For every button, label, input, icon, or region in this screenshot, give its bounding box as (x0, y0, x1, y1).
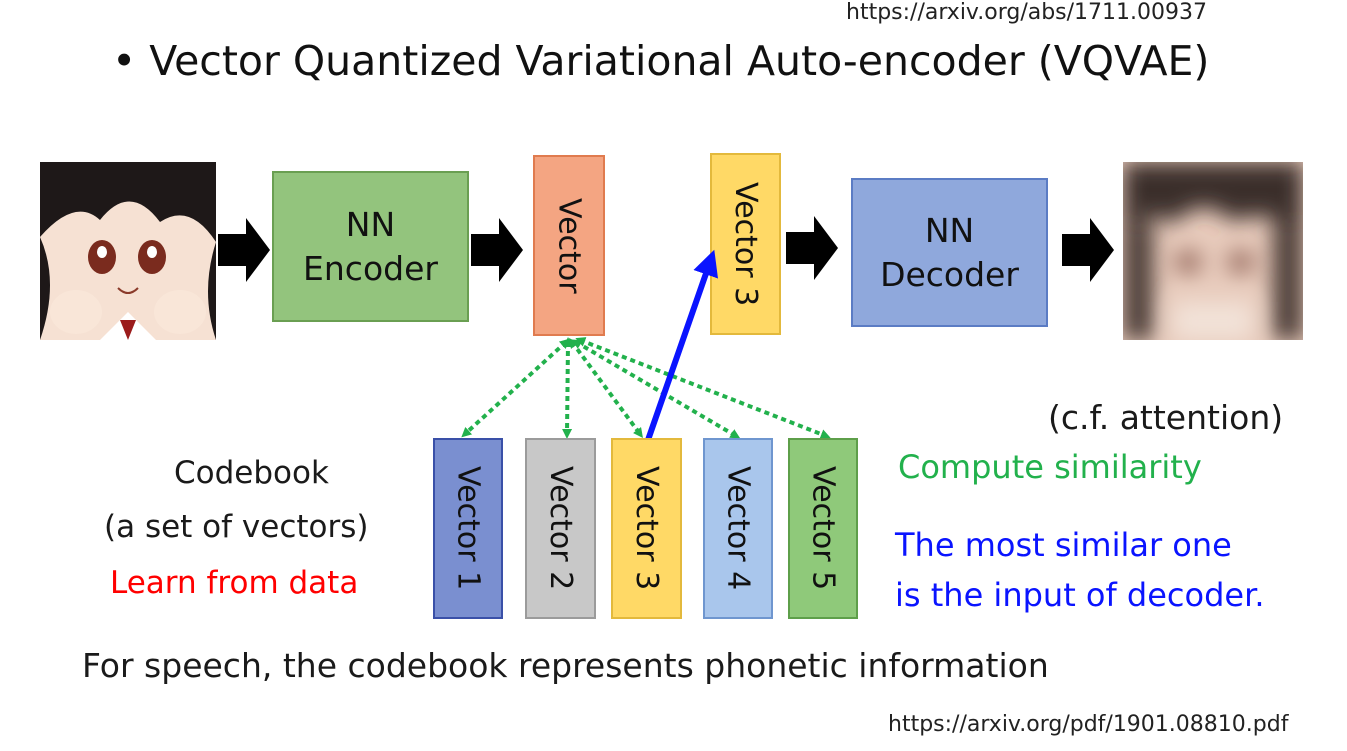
speech-footer-note: For speech, the codebook represents phon… (82, 646, 1049, 685)
codebook-subtitle: (a set of vectors) (104, 509, 369, 545)
codebook-vector-3-label: Vector 3 (629, 466, 664, 591)
most-similar-note-line1: The most similar one (895, 526, 1232, 564)
codebook-vector-4-label: Vector 4 (720, 466, 756, 591)
codebook-title: Codebook (174, 455, 329, 491)
cf-attention-note: (c.f. attention) (1048, 398, 1284, 437)
codebook-vector-1-label: Vector 1 (450, 466, 486, 591)
similarity-arrow-5 (575, 337, 831, 439)
similarity-arrow-3 (569, 337, 643, 439)
codebook-vector-4: Vector 4 (703, 438, 773, 619)
similarity-connections (461, 249, 831, 441)
similarity-arrow-2 (562, 337, 573, 439)
codebook-vector-5: Vector 5 (788, 438, 858, 619)
most-similar-note-line2: is the input of decoder. (895, 576, 1265, 614)
selection-arrow (645, 249, 719, 441)
codebook-vector-2: Vector 2 (525, 438, 596, 619)
codebook-vector-5-label: Vector 5 (805, 466, 841, 591)
similarity-arrow-1 (461, 338, 570, 438)
codebook-vector-2-label: Vector 2 (543, 466, 578, 591)
compute-similarity-note: Compute similarity (898, 448, 1202, 486)
learn-from-data-note: Learn from data (110, 565, 359, 601)
source-link-bottom: https://arxiv.org/pdf/1901.08810.pdf (888, 712, 1289, 737)
codebook-vector-3: Vector 3 (611, 438, 682, 619)
codebook-vector-1: Vector 1 (433, 438, 503, 619)
